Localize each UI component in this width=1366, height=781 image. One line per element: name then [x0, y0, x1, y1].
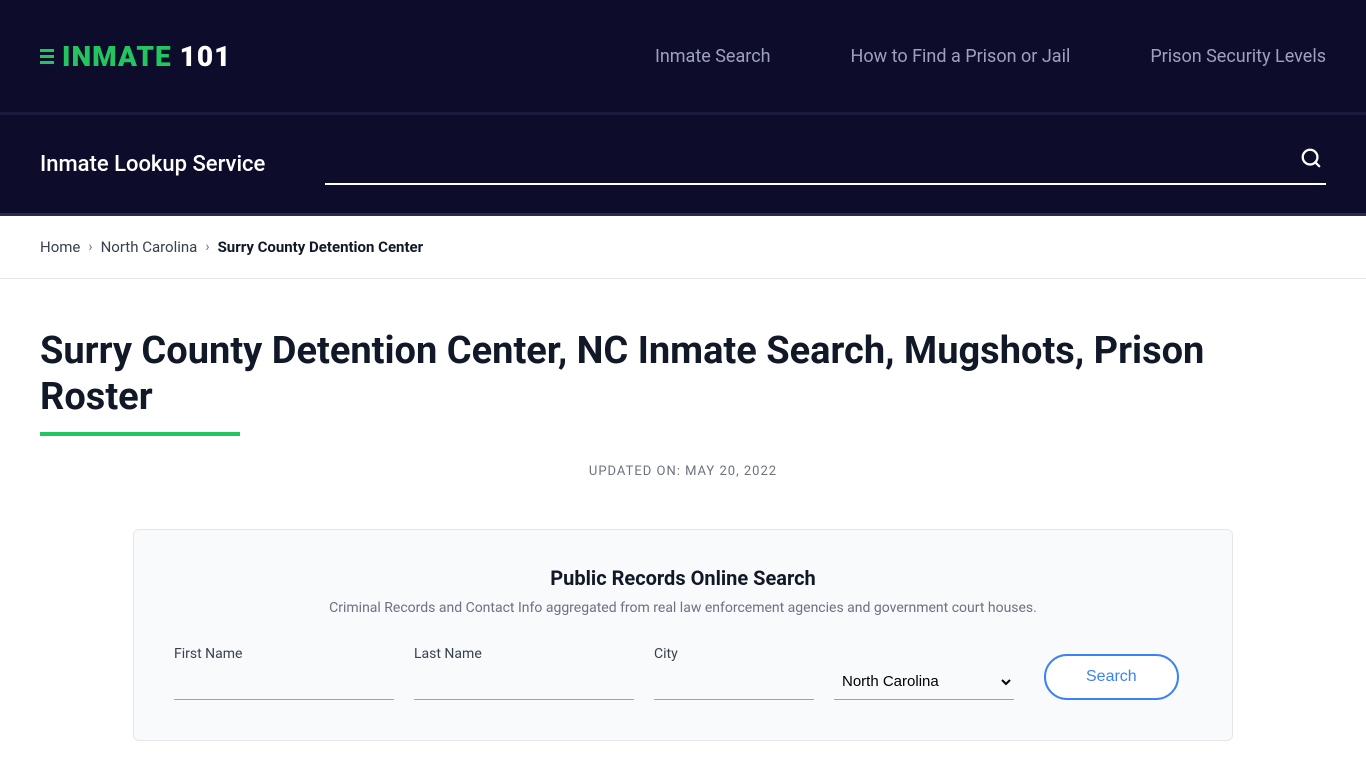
city-label: City	[654, 646, 814, 662]
breadcrumb-current-page: Surry County Detention Center	[218, 238, 424, 256]
search-submit-button[interactable]	[1296, 143, 1326, 179]
search-input-wrapper	[325, 143, 1326, 185]
breadcrumb-chevron-2: ›	[205, 239, 209, 255]
breadcrumb-home[interactable]: Home	[40, 238, 80, 256]
nav-find-prison[interactable]: How to Find a Prison or Jail	[851, 46, 1071, 67]
search-icon	[1300, 147, 1322, 169]
city-input[interactable]	[654, 666, 814, 700]
title-underline	[40, 432, 240, 436]
updated-timestamp: UPDATED ON: MAY 20, 2022	[40, 464, 1326, 479]
search-form-row: First Name Last Name City AlabamaAlaskaA…	[174, 646, 1192, 700]
city-field: City	[654, 646, 814, 700]
card-subtitle: Criminal Records and Contact Info aggreg…	[174, 600, 1192, 616]
page-title: Surry County Detention Center, NC Inmate…	[40, 329, 1326, 420]
search-button[interactable]: Search	[1044, 654, 1179, 700]
top-nav: INMATE 101 Inmate Search How to Find a P…	[0, 0, 1366, 115]
site-logo[interactable]: INMATE 101	[40, 40, 231, 73]
logo-bars-icon	[40, 49, 54, 64]
first-name-label: First Name	[174, 646, 394, 662]
breadcrumb-state[interactable]: North Carolina	[101, 238, 198, 256]
nav-inmate-search[interactable]: Inmate Search	[655, 46, 771, 67]
search-bar-section: Inmate Lookup Service	[0, 115, 1366, 216]
search-input[interactable]	[325, 151, 1296, 172]
state-select[interactable]: AlabamaAlaskaArizonaArkansasCaliforniaCo…	[834, 664, 1014, 700]
main-content: Surry County Detention Center, NC Inmate…	[0, 279, 1366, 781]
last-name-field: Last Name	[414, 646, 634, 700]
last-name-input[interactable]	[414, 666, 634, 700]
card-title: Public Records Online Search	[174, 566, 1192, 590]
logo-text: INMATE 101	[62, 40, 231, 73]
last-name-label: Last Name	[414, 646, 634, 662]
nav-security-levels[interactable]: Prison Security Levels	[1150, 46, 1326, 67]
search-bar-label: Inmate Lookup Service	[40, 152, 265, 177]
breadcrumb: Home › North Carolina › Surry County Det…	[0, 216, 1366, 279]
first-name-field: First Name	[174, 646, 394, 700]
state-field: AlabamaAlaskaArizonaArkansasCaliforniaCo…	[834, 664, 1014, 700]
first-name-input[interactable]	[174, 666, 394, 700]
nav-links: Inmate Search How to Find a Prison or Ja…	[655, 46, 1326, 67]
search-form-card: Public Records Online Search Criminal Re…	[133, 529, 1233, 741]
breadcrumb-chevron-1: ›	[88, 239, 92, 255]
